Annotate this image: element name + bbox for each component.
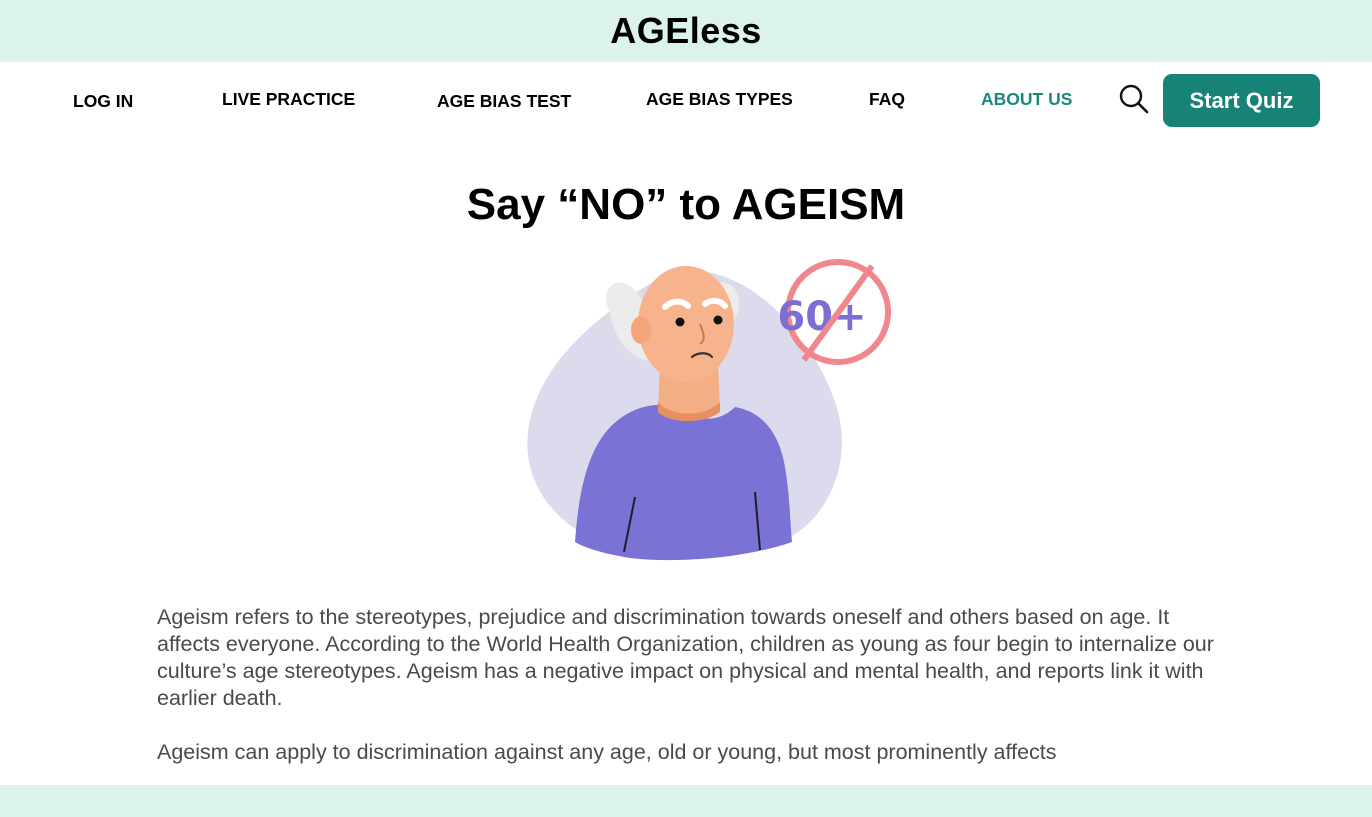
page-title: Say “NO” to AGEISM xyxy=(466,180,906,229)
top-banner: AGEless xyxy=(0,0,1372,62)
search-icon[interactable] xyxy=(1118,82,1150,116)
paragraph-1: Ageism refers to the stereotypes, prejud… xyxy=(157,605,1214,710)
nav-age-bias-types[interactable]: AGE BIAS TYPES xyxy=(646,89,793,110)
nav-log-in[interactable]: LOG IN xyxy=(73,91,133,112)
main-nav: LOG IN LIVE PRACTICE AGE BIAS TEST AGE B… xyxy=(0,62,1372,140)
nav-age-bias-test[interactable]: AGE BIAS TEST xyxy=(437,91,571,112)
paragraph-2: Ageism can apply to discrimination again… xyxy=(157,740,1057,764)
nav-about-us[interactable]: ABOUT US xyxy=(981,89,1072,110)
brand-logo[interactable]: AGEless xyxy=(610,10,762,52)
nav-live-practice[interactable]: LIVE PRACTICE xyxy=(222,89,355,110)
article-body: Ageism refers to the stereotypes, prejud… xyxy=(157,604,1227,793)
bottom-bar xyxy=(0,785,1372,817)
nav-faq[interactable]: FAQ xyxy=(869,89,905,110)
start-quiz-button[interactable]: Start Quiz xyxy=(1163,74,1320,127)
elderly-man-illustration: 60+ xyxy=(520,252,900,564)
